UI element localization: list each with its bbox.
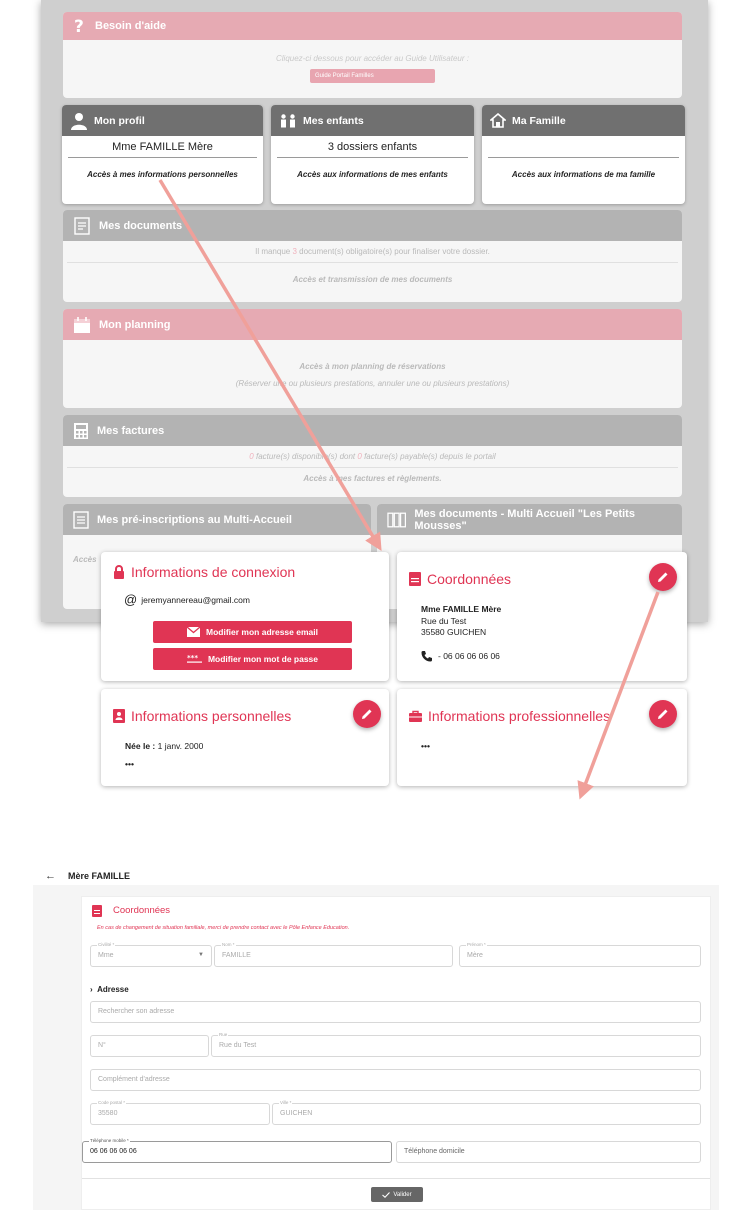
annotation-arrows	[158, 179, 660, 800]
arrow-profile-to-overlay	[158, 179, 382, 552]
arrow-coordonnees-to-form	[577, 591, 660, 800]
